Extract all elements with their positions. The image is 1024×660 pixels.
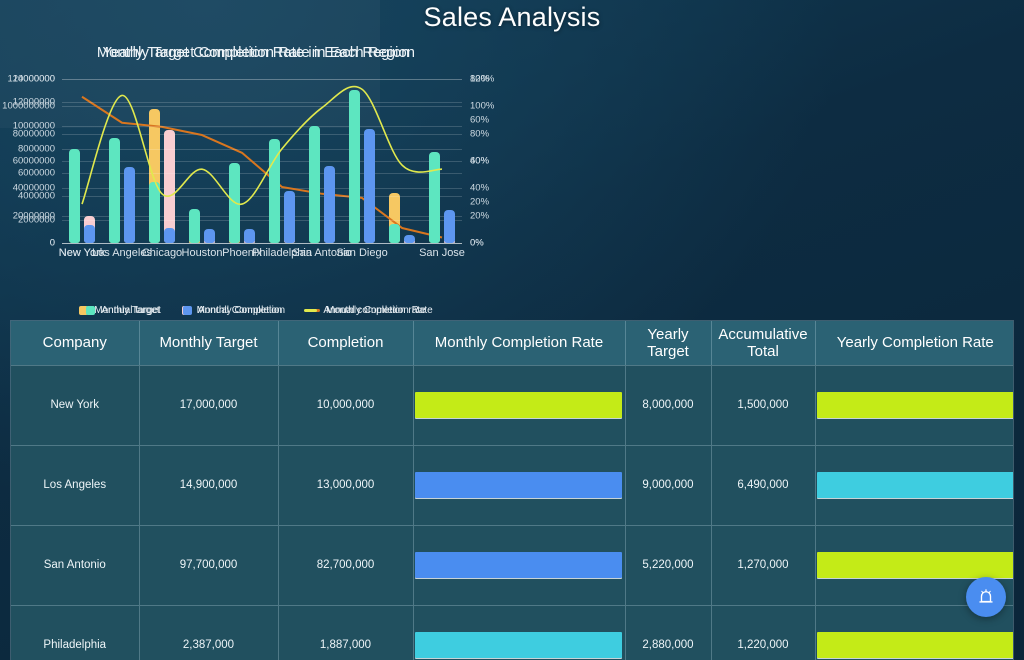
progress-bar	[414, 552, 623, 578]
y-axis-tick-left: 0	[49, 237, 55, 249]
y-axis-tick-right: 60%	[470, 114, 490, 126]
y-axis-tick-left: 4000000	[18, 190, 55, 202]
y-axis-tick-right: 0%	[470, 237, 484, 249]
cell-yearly-target: 9,000,000	[625, 444, 712, 525]
plot-area-yearly: 0 2000000 4000000 6000000 8000000 10000000 120…	[0, 71, 512, 271]
y-axis-tick-right: 80%	[470, 73, 490, 85]
cell-company: Los Angeles	[11, 444, 140, 525]
dashboard-root: Sales Analysis Monthly Target Completion…	[0, 0, 1024, 660]
y-axis-tick-right: 20%	[470, 196, 490, 208]
progress-bar	[816, 632, 1013, 659]
legend-item[interactable]: Annual Completion	[182, 305, 283, 316]
table-row[interactable]: San Antonio 97,700,000 82,700,000 5,220,000…	[11, 524, 1013, 605]
y-axis-tick-left: 2000000	[18, 214, 55, 226]
cell-completion: 82,700,000	[278, 524, 414, 605]
cell-yearly-completion-rate	[815, 364, 1013, 445]
cell-monthly-target: 14,900,000	[139, 444, 279, 525]
y-axis-tick-left: 10000000	[12, 120, 55, 132]
y-axis-tick-left: 6000000	[18, 167, 55, 179]
cell-company: New York	[11, 364, 140, 445]
legend-label: Annual Completion	[197, 305, 283, 316]
table-body: New York 17,000,000 10,000,000 8,000,000 1,5…	[11, 364, 1013, 660]
legend-line-icon	[304, 309, 318, 312]
cell-accumulative-total: 1,270,000	[711, 524, 816, 605]
y-axis-tick-right: 40%	[470, 155, 490, 167]
cell-completion: 1,887,000	[278, 604, 414, 660]
cell-monthly-completion-rate	[413, 444, 626, 525]
y-axis-tick-left: 8000000	[18, 143, 55, 155]
plot-yearly: 0 2000000 4000000 6000000 8000000 10000000 120…	[13, 74, 489, 249]
legend-label: Annual target	[101, 305, 161, 316]
cell-monthly-completion-rate	[413, 364, 626, 445]
cell-yearly-target: 2,880,000	[625, 604, 712, 660]
cell-monthly-target: 17,000,000	[139, 364, 279, 445]
table-header-row: Company Monthly Target Completion Monthly C…	[11, 321, 1013, 365]
cell-accumulative-total: 6,490,000	[711, 444, 816, 525]
page-title: Sales Analysis	[423, 2, 601, 32]
legend-yearly: Annual target Annual Completion Annual com…	[0, 305, 512, 316]
x-axis-label: San Jose	[419, 247, 465, 259]
legend-swatch-icon	[182, 306, 192, 315]
cell-completion: 10,000,000	[278, 364, 414, 445]
cell-yearly-target: 5,220,000	[625, 524, 712, 605]
progress-bar	[816, 472, 1013, 498]
legend-item[interactable]: Annual completion rate	[304, 305, 426, 316]
x-axis-label: Phoenix	[222, 247, 262, 259]
cell-monthly-target: 97,700,000	[139, 524, 279, 605]
x-axis-label: San Antonio	[292, 247, 352, 259]
table-column-header[interactable]: Yearly Target	[625, 321, 712, 365]
cell-yearly-completion-rate	[815, 444, 1013, 525]
table-row[interactable]: New York 17,000,000 10,000,000 8,000,000 1,5…	[11, 364, 1013, 445]
table-column-header[interactable]: Accumulative Total	[711, 321, 816, 365]
cell-monthly-completion-rate	[413, 524, 626, 605]
table-row[interactable]: Los Angeles 14,900,000 13,000,000 9,000,000…	[11, 444, 1013, 525]
progress-bar	[414, 392, 623, 418]
progress-bar	[414, 472, 623, 498]
alarm-bell-button[interactable]	[966, 577, 1006, 617]
x-axis-label: New York	[58, 247, 106, 259]
cell-completion: 13,000,000	[278, 444, 414, 525]
cell-company: San Antonio	[11, 524, 140, 605]
table-column-header[interactable]: Company	[11, 321, 140, 365]
cell-company: Philadelphia	[11, 604, 140, 660]
line-series-yearly	[62, 79, 462, 243]
table-column-header[interactable]: Monthly Completion Rate	[413, 321, 626, 365]
charts-row: Monthly Target Completion Rate in Each R…	[0, 42, 1024, 318]
cell-accumulative-total: 1,500,000	[711, 364, 816, 445]
table-column-header[interactable]: Completion	[278, 321, 414, 365]
sales-table: Company Monthly Target Completion Monthly C…	[11, 321, 1013, 660]
alarm-bell-icon	[979, 589, 993, 603]
progress-bar	[816, 552, 1013, 578]
table-column-header[interactable]: Monthly Target	[139, 321, 279, 365]
y-axis-tick-left: 14000000	[12, 73, 55, 85]
table-row[interactable]: Philadelphia 2,387,000 1,887,000 2,880,000 1…	[11, 604, 1013, 660]
cell-accumulative-total: 1,220,000	[711, 604, 816, 660]
legend-swatch-icon	[86, 306, 96, 315]
x-axis-label: Chicago	[141, 247, 183, 259]
cell-yearly-target: 8,000,000	[625, 364, 712, 445]
cell-monthly-target: 2,387,000	[139, 604, 279, 660]
y-axis-tick-left: 12000000	[12, 96, 55, 108]
chart-title-yearly: Yearly Target Completion Rate in Each Re…	[102, 45, 410, 61]
progress-bar	[816, 392, 1013, 418]
legend-label: Annual completion rate	[323, 305, 426, 316]
progress-bar	[414, 632, 623, 659]
table-head: Company Monthly Target Completion Monthly C…	[11, 321, 1013, 365]
table-column-header[interactable]: Yearly Completion Rate	[815, 321, 1013, 365]
sales-table-container[interactable]: Company Monthly Target Completion Monthly C…	[10, 320, 1014, 660]
cell-monthly-completion-rate	[413, 604, 626, 660]
legend-item[interactable]: Annual target	[86, 305, 161, 316]
gridline	[62, 243, 462, 244]
chart-yearly-target-completion: Yearly Target Completion Rate in Each Re…	[0, 42, 512, 318]
x-axis-labels-yearly: New York Chicago Phoenix San Antonio San Jos…	[58, 247, 465, 265]
